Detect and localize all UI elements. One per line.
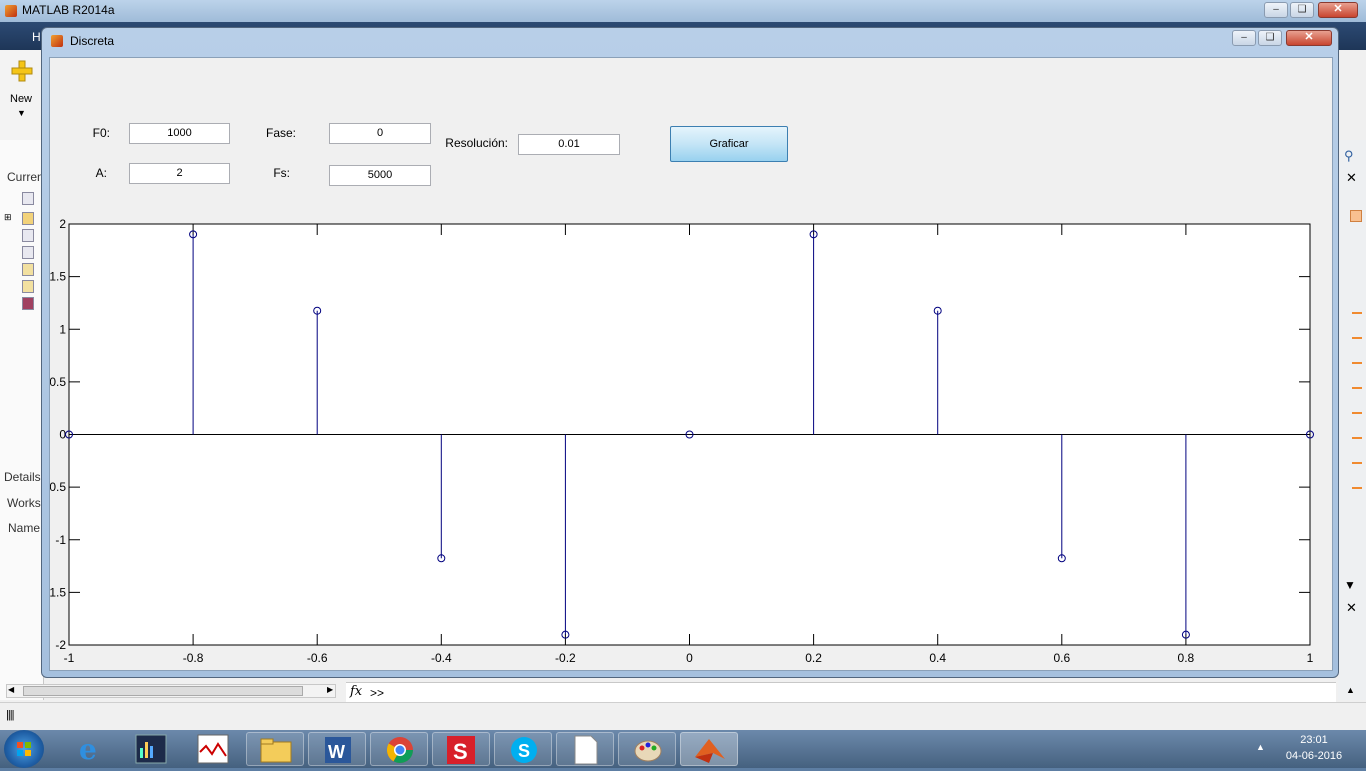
matlab-toolstrip: New ▼ — [0, 50, 44, 140]
scroll-left-icon[interactable]: ◀ — [8, 685, 14, 694]
figure-window-title: Discreta — [70, 34, 115, 48]
figure-minimize-button[interactable]: – — [1232, 30, 1256, 46]
taskbar-monitor-icon[interactable] — [124, 732, 182, 766]
taskbar-word-icon[interactable]: W — [308, 732, 366, 766]
start-button[interactable] — [4, 730, 44, 768]
taskbar-s-app-icon[interactable]: S — [432, 732, 490, 766]
name-column-header[interactable]: Name — [8, 521, 40, 535]
fig-file-icon[interactable] — [22, 263, 34, 276]
x-tick-label: -0.8 — [183, 651, 204, 665]
indicator-mark — [1352, 337, 1362, 339]
tab-home[interactable]: HO — [0, 27, 50, 47]
stem-plot: -1 -0.8 -0.6 -0.4 -0.2 0 0.2 0.4 0.6 0.8 1 2 1.5 1 0.5… — [50, 217, 1314, 665]
file-icon[interactable] — [22, 229, 34, 242]
expand-icon[interactable]: ⊞ — [4, 212, 12, 223]
indicator-mark — [1352, 437, 1362, 439]
figure-logo-icon — [51, 35, 63, 47]
windows-taskbar: e W S S ▲ 23:01 04-06-2016 — [0, 730, 1366, 768]
matlab-status-bar: |||| — [0, 702, 1366, 730]
tray-arrow-icon[interactable]: ▲ — [1256, 742, 1265, 752]
y-tick-label: 2 — [59, 217, 66, 231]
taskbar-paint-icon[interactable] — [618, 732, 676, 766]
command-window-prompt-bar[interactable]: fx >> — [346, 682, 1336, 702]
x-tick-label: -0.2 — [555, 651, 576, 665]
taskbar-matlab-icon[interactable] — [680, 732, 738, 766]
command-prompt[interactable]: >> — [370, 686, 384, 700]
svg-text:e: e — [79, 733, 97, 766]
current-folder-panel: Curren ⊞ Details Works Name — [0, 140, 44, 700]
svg-text:S: S — [518, 741, 530, 761]
matlab-window-title: MATLAB R2014a — [22, 3, 115, 17]
indicator-mark — [1352, 487, 1362, 489]
clock-time[interactable]: 23:01 — [1284, 734, 1344, 746]
fig-file-icon[interactable] — [22, 280, 34, 293]
figure-client-area: F0: 1000 A: 2 Fase: 0 Fs: 5000 Resolució… — [49, 57, 1333, 671]
new-label[interactable]: New — [10, 93, 32, 105]
file-icon[interactable] — [22, 246, 34, 259]
taskbar-explorer-icon[interactable] — [246, 732, 304, 766]
matlab-minimize-button[interactable]: – — [1264, 2, 1288, 18]
fx-icon[interactable]: fx — [350, 684, 362, 699]
y-tick-label: 1.5 — [50, 270, 66, 284]
folder-icon[interactable] — [22, 212, 34, 225]
close-icon[interactable]: ✕ — [1346, 170, 1357, 186]
matlab-close-button[interactable]: ✕ — [1318, 2, 1358, 18]
marker-icon — [1350, 210, 1362, 222]
y-tick-label: -2 — [55, 638, 66, 652]
figure-maximize-button[interactable]: ❑ — [1258, 30, 1282, 46]
scrollbar-thumb[interactable] — [23, 686, 303, 696]
search-icon[interactable]: ⚲ — [1344, 148, 1354, 164]
indicator-mark — [1352, 387, 1362, 389]
x-tick-label: 0.4 — [929, 651, 946, 665]
file-icon[interactable] — [22, 192, 34, 205]
chevron-down-icon[interactable]: ▼ — [1344, 578, 1356, 592]
x-tick-label: -0.6 — [307, 651, 328, 665]
archive-icon[interactable] — [22, 297, 34, 310]
indicator-mark — [1352, 362, 1362, 364]
chevron-down-icon[interactable]: ▼ — [17, 108, 26, 118]
y-tick-label: 1 — [59, 322, 66, 336]
figure-close-button[interactable]: ✕ — [1286, 30, 1332, 46]
x-tick-label: -1 — [64, 651, 75, 665]
new-plus-icon[interactable] — [11, 60, 33, 82]
svg-text:W: W — [328, 742, 345, 762]
y-tick-label: -1 — [55, 533, 66, 547]
matlab-titlebar: MATLAB R2014a – ❑ ✕ — [0, 0, 1366, 22]
svg-text:S: S — [453, 739, 468, 764]
discreta-figure-window: Discreta – ❑ ✕ F0: 1000 A: 2 Fase: 0 Fs:… — [41, 27, 1339, 678]
matlab-logo-icon — [5, 5, 17, 17]
x-tick-label: 0 — [686, 651, 693, 665]
x-tick-label: 1 — [1307, 651, 1314, 665]
horizontal-scrollbar[interactable]: ◀ ▶ — [6, 684, 336, 698]
x-tick-label: 0.2 — [805, 651, 822, 665]
x-tick-label: -0.4 — [431, 651, 452, 665]
workspace-label: Works — [7, 496, 41, 510]
current-folder-label: Curren — [7, 170, 44, 184]
taskbar-skype-icon[interactable]: S — [494, 732, 552, 766]
details-label[interactable]: Details — [4, 470, 41, 484]
matlab-maximize-button[interactable]: ❑ — [1290, 2, 1314, 18]
scroll-right-icon[interactable]: ▶ — [327, 685, 333, 694]
y-tick-label: 1.5 — [50, 585, 66, 599]
status-grip-icon: |||| — [6, 709, 15, 721]
clock-date[interactable]: 04-06-2016 — [1278, 750, 1350, 762]
indicator-mark — [1352, 312, 1362, 314]
command-window-right-strip: ⚲ ✕ ▼ ✕ ▲ — [1338, 140, 1366, 700]
scroll-up-icon[interactable]: ▲ — [1346, 685, 1355, 695]
y-tick-label: 0.5 — [50, 375, 66, 389]
x-tick-label: 0.8 — [1178, 651, 1195, 665]
y-tick-label: 0.5 — [50, 480, 66, 494]
x-tick-label: 0.6 — [1053, 651, 1070, 665]
taskbar-chrome-icon[interactable] — [370, 732, 428, 766]
indicator-mark — [1352, 412, 1362, 414]
taskbar-notepad-icon[interactable] — [556, 732, 614, 766]
close-icon[interactable]: ✕ — [1346, 600, 1357, 616]
taskbar-ie-icon[interactable]: e — [62, 732, 120, 766]
taskbar-chart-icon[interactable] — [186, 732, 244, 766]
indicator-mark — [1352, 462, 1362, 464]
